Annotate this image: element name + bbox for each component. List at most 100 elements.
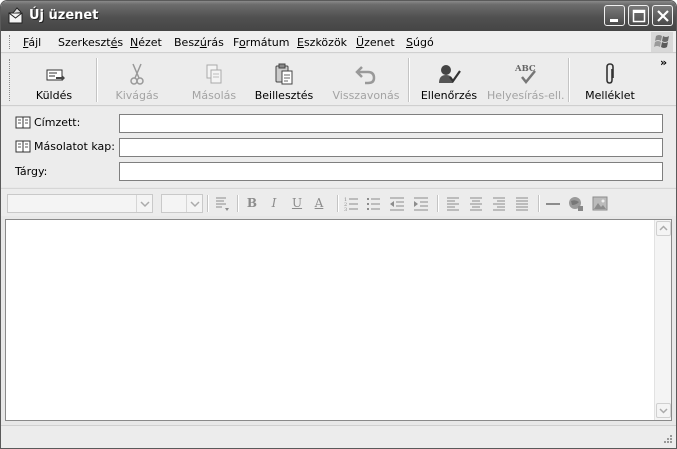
horizontal-line-icon: [546, 203, 560, 205]
menu-message[interactable]: Üzenet: [356, 36, 395, 49]
insert-picture-button[interactable]: [591, 195, 609, 212]
align-left-icon: [447, 197, 459, 211]
subject-input[interactable]: [119, 162, 663, 181]
to-field-label[interactable]: Címzett:: [15, 116, 80, 129]
horizontal-line-button[interactable]: [544, 195, 562, 212]
toolbar-separator: [96, 58, 98, 102]
formatting-toolbar: B I U A 123: [1, 188, 676, 216]
decrease-indent-button[interactable]: [388, 195, 406, 212]
chevron-down-icon: [186, 195, 202, 212]
justify-icon: [516, 197, 528, 211]
status-bar: [1, 425, 676, 448]
paragraph-style-button[interactable]: [212, 195, 230, 212]
undo-button[interactable]: Visszavonás: [331, 56, 401, 104]
copy-icon: [206, 64, 222, 84]
numbered-list-button[interactable]: 123: [343, 195, 361, 213]
decrease-indent-icon: [390, 197, 404, 211]
font-color-button[interactable]: A: [310, 195, 328, 212]
close-button[interactable]: [652, 5, 673, 26]
windows-logo: [651, 32, 673, 52]
paste-icon: [275, 63, 293, 85]
check-names-icon: [439, 65, 461, 83]
send-icon: [46, 69, 65, 81]
spelling-icon: ABC: [514, 64, 536, 84]
scroll-up-button[interactable]: [656, 221, 671, 236]
bold-button[interactable]: B: [243, 195, 261, 212]
menu-insert[interactable]: Beszúrás: [174, 36, 224, 49]
menu-edit[interactable]: Szerkesztés: [58, 36, 123, 49]
format-separator: [538, 195, 540, 212]
numbered-list-icon: 123: [344, 197, 358, 213]
paragraph-style-icon: [216, 197, 229, 211]
maximize-button[interactable]: [628, 5, 649, 26]
menu-view[interactable]: Nézet: [130, 36, 162, 49]
vertical-scrollbar[interactable]: [654, 220, 671, 420]
chevron-down-icon: [659, 408, 668, 414]
align-right-button[interactable]: [490, 195, 508, 212]
minimize-button[interactable]: [604, 5, 625, 26]
chevron-up-icon: [659, 225, 668, 231]
subject-field-label: Tárgy:: [15, 165, 48, 178]
message-body[interactable]: [5, 219, 672, 421]
increase-indent-icon: [414, 197, 428, 211]
font-name-select[interactable]: [7, 194, 153, 213]
bullet-list-button[interactable]: [365, 195, 383, 212]
justify-button[interactable]: [513, 195, 531, 212]
align-center-button[interactable]: [467, 195, 485, 212]
address-book-icon: [15, 140, 31, 153]
menu-bar: Fájl Szerkesztés Nézet Beszúrás Formátum…: [1, 31, 676, 53]
cut-button[interactable]: Kivágás: [101, 56, 173, 104]
format-separator: [237, 195, 239, 212]
paste-button[interactable]: Beillesztés: [248, 56, 320, 104]
spelling-button[interactable]: ABC Helyesírás-ell...: [487, 56, 565, 104]
cc-field-label[interactable]: Másolatot kap:: [15, 140, 115, 153]
check-names-button[interactable]: Ellenőrzés: [414, 56, 484, 104]
svg-text:3: 3: [344, 207, 347, 212]
toolbar-overflow-chevron[interactable]: »: [660, 56, 667, 69]
globe-link-icon: [569, 197, 583, 211]
resize-grip-icon[interactable]: [661, 434, 673, 446]
send-button[interactable]: Küldés: [15, 56, 93, 104]
title-bar[interactable]: Új üzenet: [1, 1, 676, 31]
align-left-button[interactable]: [444, 195, 462, 212]
underline-button[interactable]: U: [288, 195, 306, 212]
format-separator: [337, 195, 339, 212]
compose-window: Új üzenet Fájl Szerkesztés Nézet Beszúrá…: [0, 0, 677, 449]
undo-icon: [355, 66, 376, 85]
cc-input[interactable]: [119, 138, 663, 157]
menu-tools[interactable]: Eszközök: [297, 36, 347, 49]
menu-grip[interactable]: [9, 35, 11, 49]
chevron-down-icon: [136, 195, 152, 212]
attach-button[interactable]: Melléklet: [574, 56, 646, 104]
toolbar-separator: [408, 58, 410, 102]
picture-icon: [592, 196, 608, 211]
align-center-icon: [470, 197, 482, 211]
toolbar-grip[interactable]: [9, 59, 11, 101]
menu-help[interactable]: Súgó: [406, 36, 434, 49]
window-title: Új üzenet: [29, 8, 99, 23]
bullet-list-icon: [367, 198, 380, 210]
toolbar-separator: [568, 58, 570, 102]
main-toolbar: Küldés Kivágás Másolás Beillesztés Vissz…: [1, 54, 676, 106]
format-separator: [437, 195, 439, 212]
align-right-icon: [493, 197, 505, 211]
address-book-icon: [15, 116, 31, 129]
close-icon: [657, 10, 669, 22]
minimize-icon: [610, 19, 618, 22]
insert-link-button[interactable]: [567, 195, 585, 212]
to-input[interactable]: [119, 114, 663, 133]
scroll-down-button[interactable]: [656, 403, 671, 418]
new-message-icon: [8, 7, 23, 24]
format-separator: [207, 195, 209, 212]
message-headers: Címzett: Másolatot kap: Tárgy:: [1, 107, 676, 187]
copy-button[interactable]: Másolás: [178, 56, 250, 104]
increase-indent-button[interactable]: [412, 195, 430, 212]
maximize-icon: [632, 9, 646, 23]
menu-format[interactable]: Formátum: [233, 36, 289, 49]
italic-button[interactable]: I: [265, 195, 283, 212]
windows-flag-icon: [654, 35, 669, 48]
scissors-icon: [130, 63, 144, 85]
menu-file[interactable]: Fájl: [23, 36, 41, 49]
paperclip-icon: [606, 63, 614, 84]
font-size-select[interactable]: [161, 194, 203, 213]
